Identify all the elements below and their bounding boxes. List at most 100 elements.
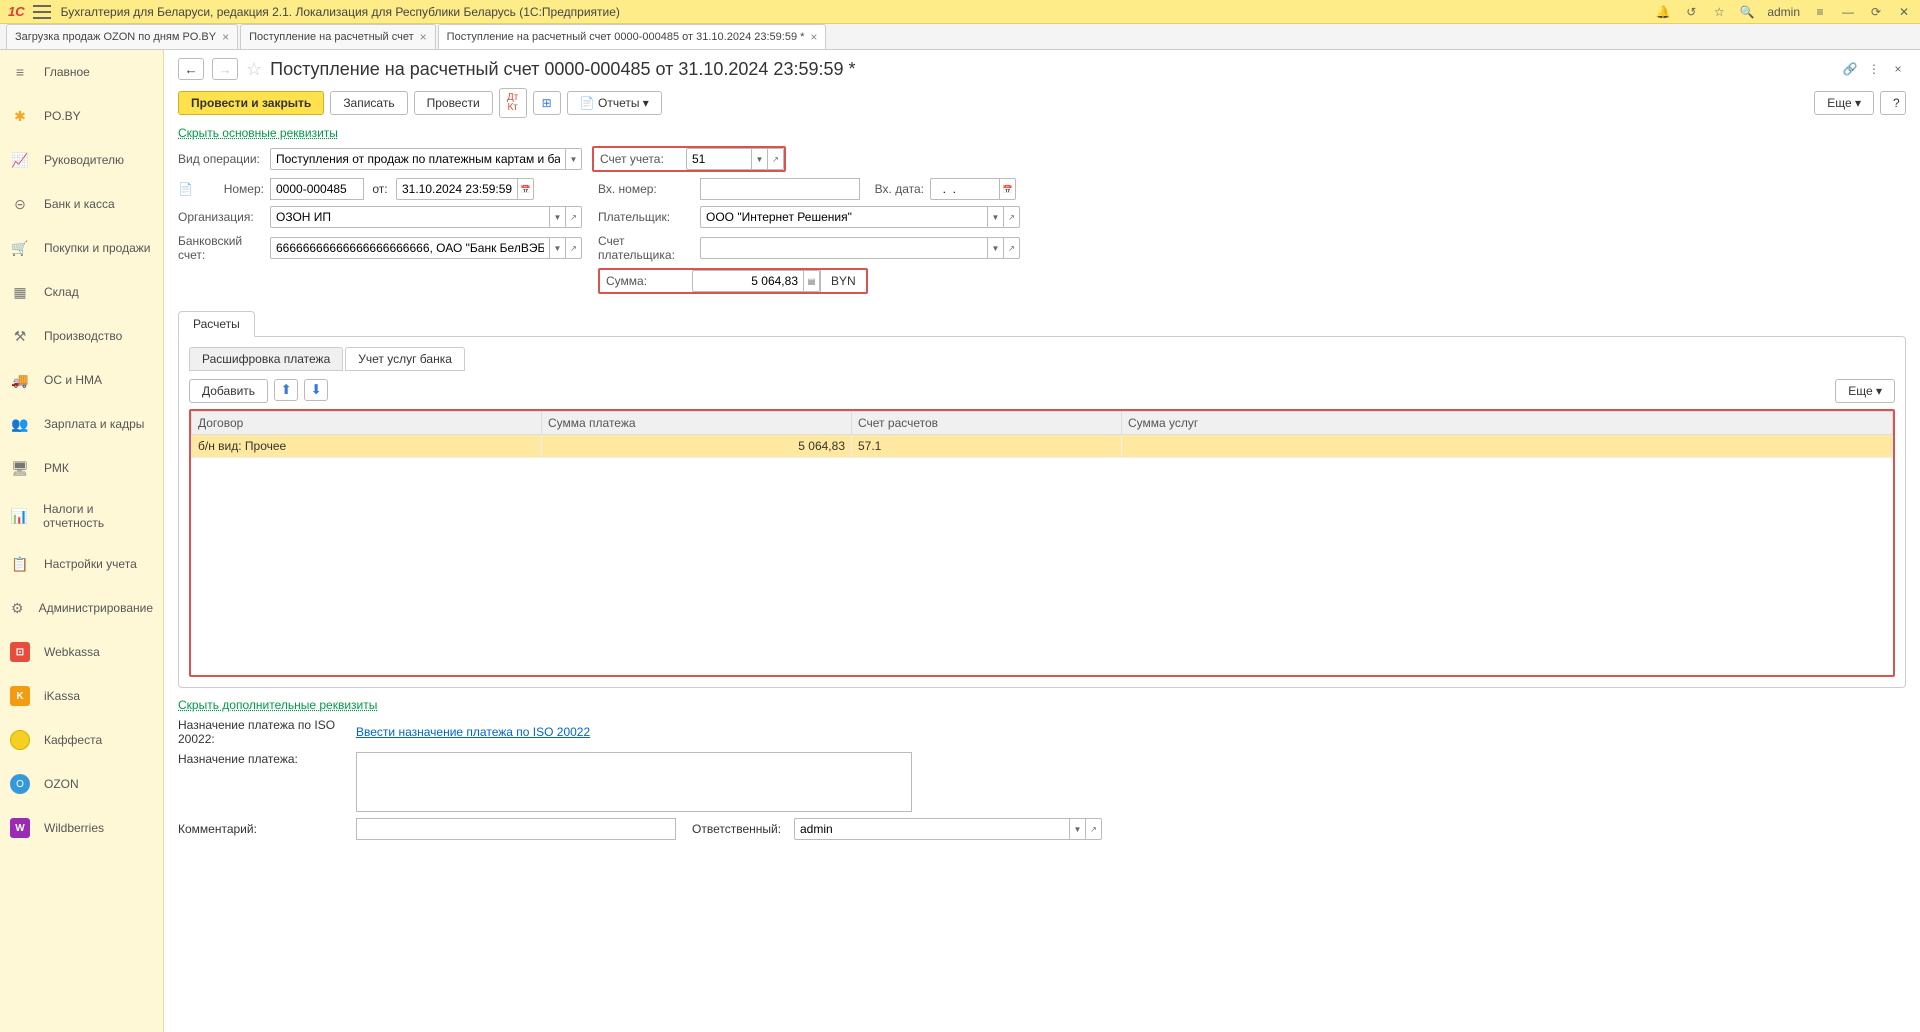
- maximize-icon[interactable]: ⟳: [1868, 4, 1884, 20]
- in-number-input[interactable]: [700, 178, 860, 200]
- payer-acc-input[interactable]: [700, 237, 988, 259]
- hide-main-link[interactable]: Скрыть основные реквизиты: [178, 126, 338, 140]
- calculator-icon[interactable]: ▤: [804, 270, 820, 292]
- dropdown-icon[interactable]: ▼: [988, 237, 1004, 259]
- sum-input[interactable]: [692, 270, 804, 292]
- iso-link[interactable]: Ввести назначение платежа по ISO 20022: [356, 725, 590, 739]
- close-icon[interactable]: ×: [1890, 61, 1906, 77]
- number-input[interactable]: [270, 178, 364, 200]
- reports-button[interactable]: 📄 Отчеты ▾: [567, 91, 662, 115]
- sidebar-item-production[interactable]: ⚒Производство: [0, 314, 163, 358]
- comment-input[interactable]: [356, 818, 676, 840]
- more-icon[interactable]: ⋮: [1866, 61, 1882, 77]
- table-row[interactable]: б/н вид: Прочее 5 064,83 57.1: [192, 435, 1893, 458]
- sum-label: Сумма:: [600, 274, 692, 288]
- op-type-input[interactable]: [270, 148, 566, 170]
- hide-extra-link[interactable]: Скрыть дополнительные реквизиты: [178, 698, 377, 712]
- search-icon[interactable]: 🔍: [1739, 4, 1755, 20]
- payer-input[interactable]: [700, 206, 988, 228]
- sidebar-item-manager[interactable]: 📈Руководителю: [0, 138, 163, 182]
- sidebar-item-admin[interactable]: ⚙Администрирование: [0, 586, 163, 630]
- sidebar-item-assets[interactable]: 🚚ОС и НМА: [0, 358, 163, 402]
- doc-tab-0[interactable]: Загрузка продаж OZON по дням PO.BY×: [6, 24, 238, 49]
- calendar-icon[interactable]: 📅: [518, 178, 534, 200]
- dropdown-icon[interactable]: ▼: [752, 148, 768, 170]
- col-amount[interactable]: Сумма платежа: [542, 412, 852, 435]
- move-up-button[interactable]: ⬆: [274, 379, 298, 401]
- link-icon[interactable]: 🔗: [1842, 61, 1858, 77]
- dropdown-icon[interactable]: ▼: [550, 237, 566, 259]
- post-button[interactable]: Провести: [414, 91, 493, 115]
- responsible-input[interactable]: [794, 818, 1070, 840]
- col-service[interactable]: Сумма услуг: [1122, 412, 1893, 435]
- close-icon[interactable]: ✕: [1896, 4, 1912, 20]
- admin-icon: ⚙: [10, 598, 25, 618]
- date-input[interactable]: [396, 178, 518, 200]
- menu-icon[interactable]: [33, 5, 51, 19]
- table-more-button[interactable]: Еще ▾: [1835, 379, 1895, 403]
- org-input[interactable]: [270, 206, 550, 228]
- open-icon[interactable]: ↗: [566, 206, 582, 228]
- dropdown-icon[interactable]: ▼: [988, 206, 1004, 228]
- sidebar-item-poby[interactable]: ✱PO.BY: [0, 94, 163, 138]
- doc-tab-2[interactable]: Поступление на расчетный счет 0000-00048…: [438, 24, 827, 49]
- sidebar-item-salary[interactable]: 👥Зарплата и кадры: [0, 402, 163, 446]
- sidebar-item-tax[interactable]: 📊Налоги и отчетность: [0, 490, 163, 542]
- sidebar-item-rmk[interactable]: 🖥РМК: [0, 446, 163, 490]
- calendar-icon[interactable]: 📅: [1000, 178, 1016, 200]
- back-button[interactable]: ←: [178, 58, 204, 80]
- sidebar-item-wildberries[interactable]: WWildberries: [0, 806, 163, 850]
- user-label[interactable]: admin: [1767, 5, 1800, 19]
- help-button[interactable]: ?: [1880, 91, 1906, 115]
- open-icon[interactable]: ↗: [1086, 818, 1102, 840]
- cell-contract[interactable]: б/н вид: Прочее: [192, 435, 542, 458]
- close-icon[interactable]: ×: [420, 30, 427, 44]
- move-down-button[interactable]: ⬇: [304, 379, 328, 401]
- sidebar-item-ozon[interactable]: OOZON: [0, 762, 163, 806]
- sidebar-item-warehouse[interactable]: ▦Склад: [0, 270, 163, 314]
- add-row-button[interactable]: Добавить: [189, 379, 268, 403]
- sub-tab-breakdown[interactable]: Расшифровка платежа: [189, 347, 343, 371]
- account-input[interactable]: [686, 148, 752, 170]
- col-account[interactable]: Счет расчетов: [852, 412, 1122, 435]
- cell-service[interactable]: [1122, 435, 1893, 458]
- sidebar-item-main[interactable]: ≡Главное: [0, 50, 163, 94]
- post-close-button[interactable]: Провести и закрыть: [178, 91, 324, 115]
- forward-button[interactable]: →: [212, 58, 238, 80]
- sidebar-item-sales[interactable]: 🛒Покупки и продажи: [0, 226, 163, 270]
- sidebar-item-ikassa[interactable]: KiKassa: [0, 674, 163, 718]
- sidebar-item-settings[interactable]: 📋Настройки учета: [0, 542, 163, 586]
- dt-kt-button[interactable]: ДтКт: [499, 88, 527, 118]
- dropdown-icon[interactable]: ▼: [1070, 818, 1086, 840]
- sidebar-item-bank[interactable]: ⊝Банк и касса: [0, 182, 163, 226]
- in-date-input[interactable]: [930, 178, 1000, 200]
- cell-account[interactable]: 57.1: [852, 435, 1122, 458]
- sidebar-item-kaffesta[interactable]: Каффеста: [0, 718, 163, 762]
- minimize-icon[interactable]: —: [1840, 4, 1856, 20]
- history-icon[interactable]: ↺: [1683, 4, 1699, 20]
- close-icon[interactable]: ×: [222, 30, 229, 44]
- cell-amount[interactable]: 5 064,83: [542, 435, 852, 458]
- more-button[interactable]: Еще ▾: [1814, 91, 1874, 115]
- doc-tab-1[interactable]: Поступление на расчетный счет×: [240, 24, 436, 49]
- settings-icon[interactable]: ≡: [1812, 4, 1828, 20]
- purpose-textarea[interactable]: [356, 752, 912, 812]
- open-icon[interactable]: ↗: [1004, 237, 1020, 259]
- open-icon[interactable]: ↗: [1004, 206, 1020, 228]
- kaffesta-icon: [10, 730, 30, 750]
- open-icon[interactable]: ↗: [566, 237, 582, 259]
- structure-button[interactable]: ⊞: [533, 91, 561, 115]
- col-contract[interactable]: Договор: [192, 412, 542, 435]
- open-icon[interactable]: ↗: [768, 148, 784, 170]
- dropdown-icon[interactable]: ▼: [566, 148, 582, 170]
- sidebar-item-webkassa[interactable]: ⊡Webkassa: [0, 630, 163, 674]
- close-icon[interactable]: ×: [810, 30, 817, 44]
- favorite-icon[interactable]: ☆: [246, 59, 262, 80]
- bell-icon[interactable]: 🔔: [1655, 4, 1671, 20]
- bank-acc-input[interactable]: [270, 237, 550, 259]
- save-button[interactable]: Записать: [330, 91, 407, 115]
- tab-calculations[interactable]: Расчеты: [178, 311, 255, 337]
- dropdown-icon[interactable]: ▼: [550, 206, 566, 228]
- star-icon[interactable]: ☆: [1711, 4, 1727, 20]
- sub-tab-bank-services[interactable]: Учет услуг банка: [345, 347, 465, 371]
